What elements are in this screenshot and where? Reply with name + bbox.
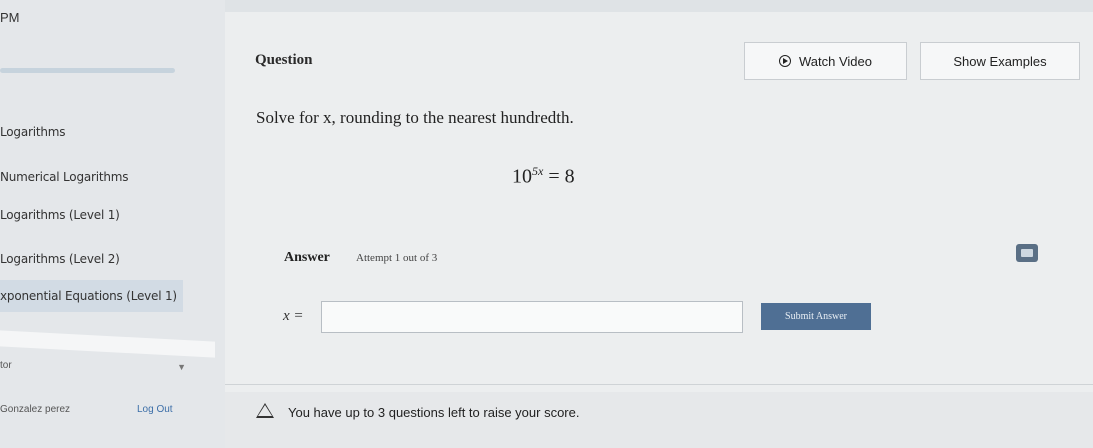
- divider: [225, 384, 1093, 385]
- logout-link[interactable]: Log Out: [137, 404, 173, 415]
- answer-label: Answer: [284, 250, 330, 265]
- question-instruction: Solve for x, rounding to the nearest hun…: [256, 108, 574, 127]
- attempt-counter: Attempt 1 out of 3: [356, 252, 438, 264]
- question-heading: Question: [255, 52, 313, 68]
- show-examples-button[interactable]: Show Examples: [920, 42, 1080, 80]
- submit-answer-button[interactable]: Submit Answer: [761, 303, 871, 330]
- clock-time: PM: [0, 10, 20, 25]
- sidebar-select[interactable]: tor ▼: [0, 360, 190, 376]
- answer-variable-label: x =: [283, 308, 304, 324]
- glare-stripe: [0, 330, 215, 358]
- equation-base: 10: [512, 165, 532, 188]
- equation-rhs: = 8: [548, 165, 575, 188]
- sidebar-select-label: tor: [0, 360, 12, 371]
- sidebar-item-logarithms-level-2[interactable]: Logarithms (Level 2): [0, 252, 120, 266]
- sidebar-item-numerical-logarithms[interactable]: Numerical Logarithms: [0, 170, 129, 184]
- sidebar-item-logarithms[interactable]: Logarithms: [0, 125, 66, 139]
- sidebar-item-exponential-equations-level-1[interactable]: xponential Equations (Level 1): [0, 280, 183, 312]
- chevron-down-icon: ▼: [177, 362, 186, 372]
- equation: 105x = 8: [512, 164, 575, 189]
- warning-icon: [256, 403, 274, 418]
- watch-video-label: Watch Video: [799, 53, 872, 69]
- footer-band: [225, 392, 1093, 448]
- play-icon: [779, 55, 791, 67]
- sidebar-item-logarithms-level-1[interactable]: Logarithms (Level 1): [0, 208, 120, 222]
- question-panel: Question Watch Video Show Examples Solve…: [225, 12, 1093, 448]
- answer-input[interactable]: [321, 301, 743, 333]
- user-name: Gonzalez perez: [0, 404, 71, 415]
- progress-bar: [0, 68, 175, 73]
- equation-exponent: 5x: [532, 164, 544, 178]
- sidebar: PM Logarithms Numerical Logarithms Logar…: [0, 0, 225, 448]
- score-message: You have up to 3 questions left to raise…: [288, 405, 580, 420]
- watch-video-button[interactable]: Watch Video: [744, 42, 907, 80]
- calculator-icon[interactable]: [1016, 244, 1038, 262]
